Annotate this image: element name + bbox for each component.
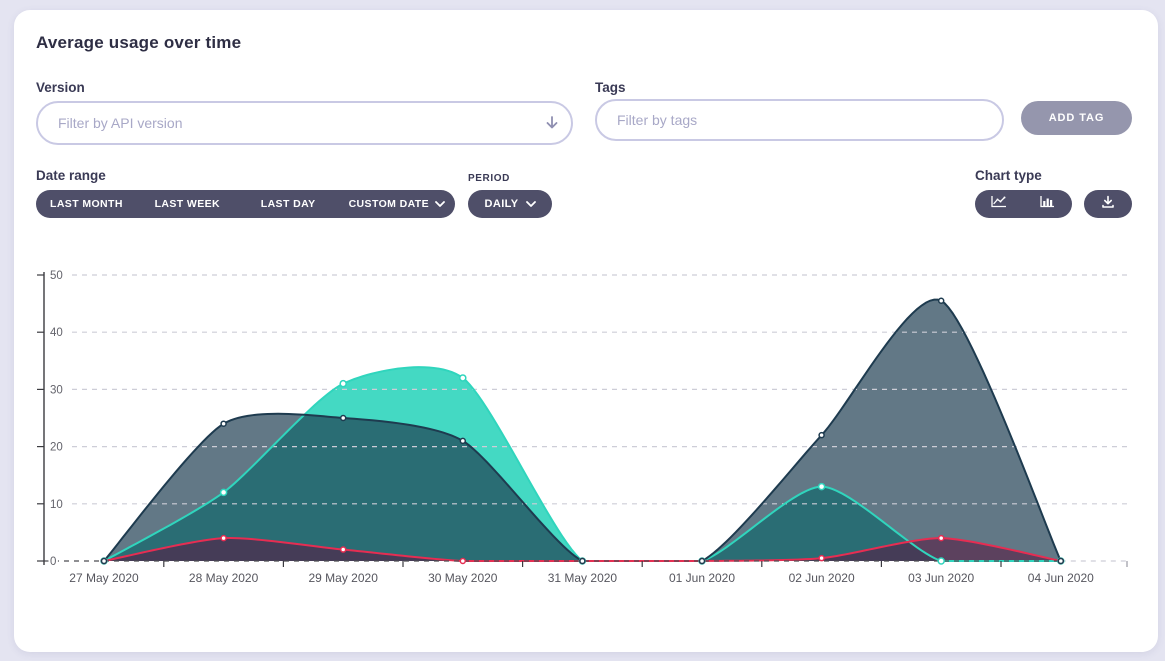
tags-label: Tags xyxy=(595,80,626,95)
usage-chart[interactable]: 0 10 20 30 40 50 27 May 2020 28 May 2020 29 May … xyxy=(30,252,1140,602)
svg-text:0: 0 xyxy=(50,556,56,568)
svg-text:20: 20 xyxy=(50,442,63,454)
svg-text:04 Jun 2020: 04 Jun 2020 xyxy=(1028,571,1094,585)
custom-date-button[interactable]: CUSTOM DATE xyxy=(339,190,455,218)
add-tag-button[interactable]: ADD TAG xyxy=(1021,101,1132,135)
svg-text:30: 30 xyxy=(50,384,63,396)
svg-text:10: 10 xyxy=(50,499,63,511)
last-day-button[interactable]: LAST DAY xyxy=(238,190,339,218)
period-select[interactable]: DAILY xyxy=(468,190,552,218)
period-label: PERIOD xyxy=(468,173,510,184)
download-button[interactable] xyxy=(1084,190,1132,218)
chevron-down-icon xyxy=(435,198,445,210)
period-value: DAILY xyxy=(485,198,519,210)
chevron-down-icon xyxy=(526,198,536,210)
svg-text:29 May 2020: 29 May 2020 xyxy=(309,571,379,585)
svg-text:02 Jun 2020: 02 Jun 2020 xyxy=(789,571,855,585)
date-range-label: Date range xyxy=(36,168,106,183)
svg-text:40: 40 xyxy=(50,327,63,339)
usage-card: Average usage over time Version Tags ADD… xyxy=(14,10,1158,652)
last-month-button[interactable]: LAST MONTH xyxy=(36,190,137,218)
svg-text:28 May 2020: 28 May 2020 xyxy=(189,571,259,585)
date-range-group: LAST MONTH LAST WEEK LAST DAY CUSTOM DAT… xyxy=(36,190,455,218)
version-label: Version xyxy=(36,80,85,95)
svg-text:50: 50 xyxy=(50,270,63,282)
svg-text:30 May 2020: 30 May 2020 xyxy=(428,571,498,585)
tags-filter-input[interactable] xyxy=(595,99,1004,141)
bar-chart-button[interactable] xyxy=(1024,190,1073,218)
line-chart-icon xyxy=(991,195,1007,213)
version-filter-input[interactable] xyxy=(36,101,573,145)
svg-text:03 Jun 2020: 03 Jun 2020 xyxy=(908,571,974,585)
svg-text:01 Jun 2020: 01 Jun 2020 xyxy=(669,571,735,585)
download-icon xyxy=(1101,195,1115,214)
svg-text:31 May 2020: 31 May 2020 xyxy=(548,571,618,585)
chart-type-label: Chart type xyxy=(975,168,1042,183)
page-title: Average usage over time xyxy=(36,33,241,53)
bar-chart-icon xyxy=(1040,195,1055,213)
chart-type-group xyxy=(975,190,1072,218)
last-week-button[interactable]: LAST WEEK xyxy=(137,190,238,218)
line-chart-button[interactable] xyxy=(975,190,1024,218)
arrow-down-icon[interactable] xyxy=(543,114,561,132)
svg-text:27 May 2020: 27 May 2020 xyxy=(69,571,139,585)
